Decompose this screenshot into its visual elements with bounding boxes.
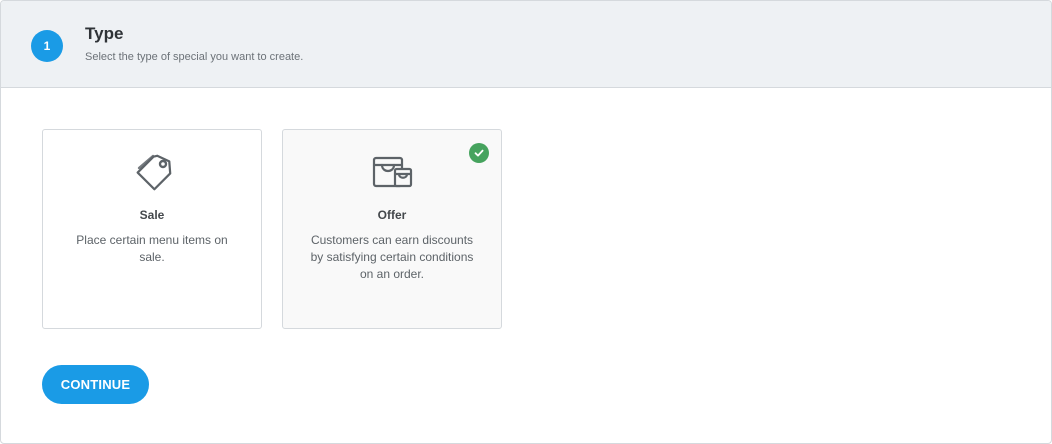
option-description: Customers can earn discounts by satisfyi… [310,233,474,281]
step-number-badge: 1 [31,30,63,62]
continue-button[interactable]: CONTINUE [42,365,149,404]
step-header: 1 Type Select the type of special you wa… [1,1,1051,88]
option-title: Offer [377,208,407,222]
step-title: Type [85,24,124,43]
shopping-bags-icon [372,156,413,188]
option-card-sale[interactable]: Sale Place certain menu items on sale. [42,129,262,329]
option-title: Sale [139,208,165,222]
price-tag-icon [136,154,172,191]
option-description: Place certain menu items on sale. [76,233,228,264]
option-card-offer[interactable]: Offer Customers can earn discounts by sa… [282,129,502,329]
step-subtitle: Select the type of special you want to c… [85,51,304,63]
special-type-panel: 1 Type Select the type of special you wa… [0,0,1052,444]
selected-check-icon [469,143,489,163]
